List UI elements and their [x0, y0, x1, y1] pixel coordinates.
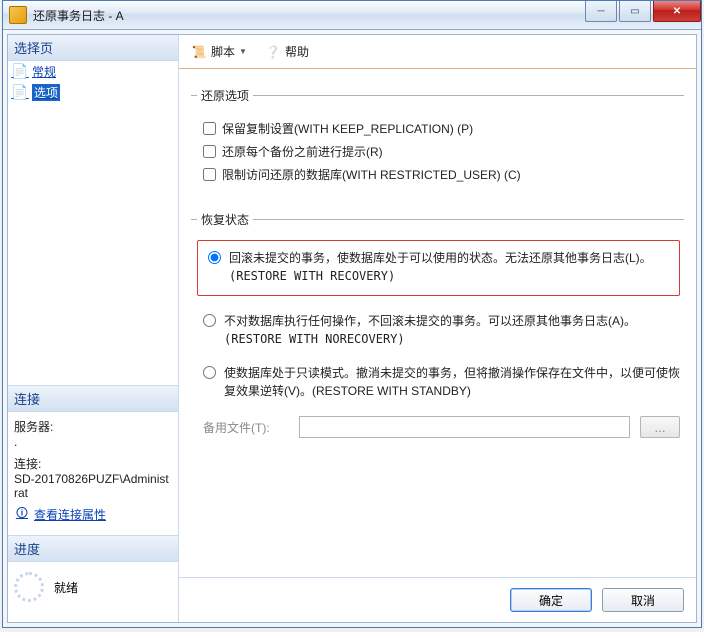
norecovery-option-line1: 不对数据库执行任何操作，不回滚未提交的事务。可以还原其他事务日志(A)。: [224, 314, 636, 328]
restore-options-group: 还原选项 保留复制设置(WITH KEEP_REPLICATION) (P) 还…: [191, 87, 684, 189]
restricted-user-row[interactable]: 限制访问还原的数据库(WITH RESTRICTED_USER) (C): [203, 166, 680, 183]
prompt-each-backup-checkbox[interactable]: [203, 145, 216, 158]
titlebar: 还原事务日志 - A ─ ▭ ✕: [3, 1, 701, 30]
chevron-down-icon: ▼: [239, 47, 247, 56]
recovery-option-line1: 回滚未提交的事务，使数据库处于可以使用的状态。无法还原其他事务日志(L)。: [229, 251, 652, 265]
dialog-footer: 确定 取消: [179, 577, 696, 622]
browse-standby-file-button: ...: [640, 416, 680, 438]
norecovery-radio[interactable]: [203, 314, 216, 327]
maximize-button[interactable]: ▭: [619, 1, 651, 22]
restricted-user-checkbox[interactable]: [203, 168, 216, 181]
recovery-state-group: 恢复状态 回滚未提交的事务，使数据库处于可以使用的状态。无法还原其他事务日志(L…: [191, 211, 684, 438]
progress-status: 就绪: [54, 579, 78, 596]
connection-header: 连接: [8, 385, 178, 412]
info-icon: 🛈: [14, 507, 30, 523]
select-pages-header: 选择页: [8, 35, 178, 61]
recovery-radio[interactable]: [208, 251, 221, 264]
nav-item-general[interactable]: 📄 常规: [8, 61, 178, 82]
ok-button[interactable]: 确定: [510, 588, 592, 612]
help-label: 帮助: [285, 43, 309, 60]
recovery-state-legend: 恢复状态: [197, 211, 253, 228]
standby-option-line1: 使数据库处于只读模式。撤消未提交的事务，但将撤消操作保存在文件中，以便可使恢复效…: [224, 366, 680, 398]
standby-file-input: [299, 416, 630, 438]
right-panel: 📜 脚本 ▼ ❔ 帮助 还原选项 保留复制设置: [179, 35, 696, 622]
connection-value: SD-20170826PUZF\Administrat: [14, 472, 172, 500]
script-label: 脚本: [211, 43, 235, 60]
minimize-button[interactable]: ─: [585, 1, 617, 22]
server-label: 服务器:: [14, 418, 172, 435]
progress-header: 进度: [8, 535, 178, 562]
close-button[interactable]: ✕: [653, 1, 701, 22]
standby-radio[interactable]: [203, 366, 216, 379]
view-connection-props-link[interactable]: 🛈 查看连接属性: [14, 506, 172, 523]
nav-label: 常规: [32, 63, 56, 80]
prompt-each-backup-label: 还原每个备份之前进行提示(R): [222, 143, 383, 160]
left-panel: 选择页 📄 常规 📄 选项 连接 服务器: .: [8, 35, 179, 622]
connection-label: 连接:: [14, 455, 172, 472]
nav-item-options[interactable]: 📄 选项: [8, 82, 178, 103]
script-button[interactable]: 📜 脚本 ▼: [187, 41, 251, 62]
standby-file-label: 备用文件(T):: [203, 419, 289, 436]
standby-option-row[interactable]: 使数据库处于只读模式。撤消未提交的事务，但将撤消操作保存在文件中，以便可使恢复效…: [203, 364, 680, 400]
page-icon: 📄: [12, 64, 28, 80]
restricted-user-label: 限制访问还原的数据库(WITH RESTRICTED_USER) (C): [222, 166, 521, 183]
norecovery-option-row[interactable]: 不对数据库执行任何操作，不回滚未提交的事务。可以还原其他事务日志(A)。 (RE…: [203, 312, 680, 348]
app-icon: [9, 6, 27, 24]
help-button[interactable]: ❔ 帮助: [261, 41, 313, 62]
window-title: 还原事务日志 - A: [33, 7, 585, 24]
keep-replication-row[interactable]: 保留复制设置(WITH KEEP_REPLICATION) (P): [203, 120, 680, 137]
recovery-option-line2: (RESTORE WITH RECOVERY): [229, 267, 652, 285]
norecovery-option-line2: (RESTORE WITH NORECOVERY): [224, 330, 636, 348]
script-icon: 📜: [191, 44, 207, 60]
progress-spinner-icon: [14, 572, 44, 602]
highlighted-option: 回滚未提交的事务，使数据库处于可以使用的状态。无法还原其他事务日志(L)。 (R…: [197, 240, 680, 296]
help-icon: ❔: [265, 44, 281, 60]
keep-replication-checkbox[interactable]: [203, 122, 216, 135]
toolbar: 📜 脚本 ▼ ❔ 帮助: [179, 35, 696, 69]
keep-replication-label: 保留复制设置(WITH KEEP_REPLICATION) (P): [222, 120, 473, 137]
server-value: .: [14, 435, 172, 449]
page-icon: 📄: [12, 85, 28, 101]
restore-options-legend: 还原选项: [197, 87, 253, 104]
nav-label: 选项: [32, 84, 60, 101]
cancel-button[interactable]: 取消: [602, 588, 684, 612]
recovery-option-row[interactable]: 回滚未提交的事务，使数据库处于可以使用的状态。无法还原其他事务日志(L)。 (R…: [208, 249, 669, 285]
view-connection-props-label: 查看连接属性: [34, 506, 106, 523]
prompt-each-backup-row[interactable]: 还原每个备份之前进行提示(R): [203, 143, 680, 160]
